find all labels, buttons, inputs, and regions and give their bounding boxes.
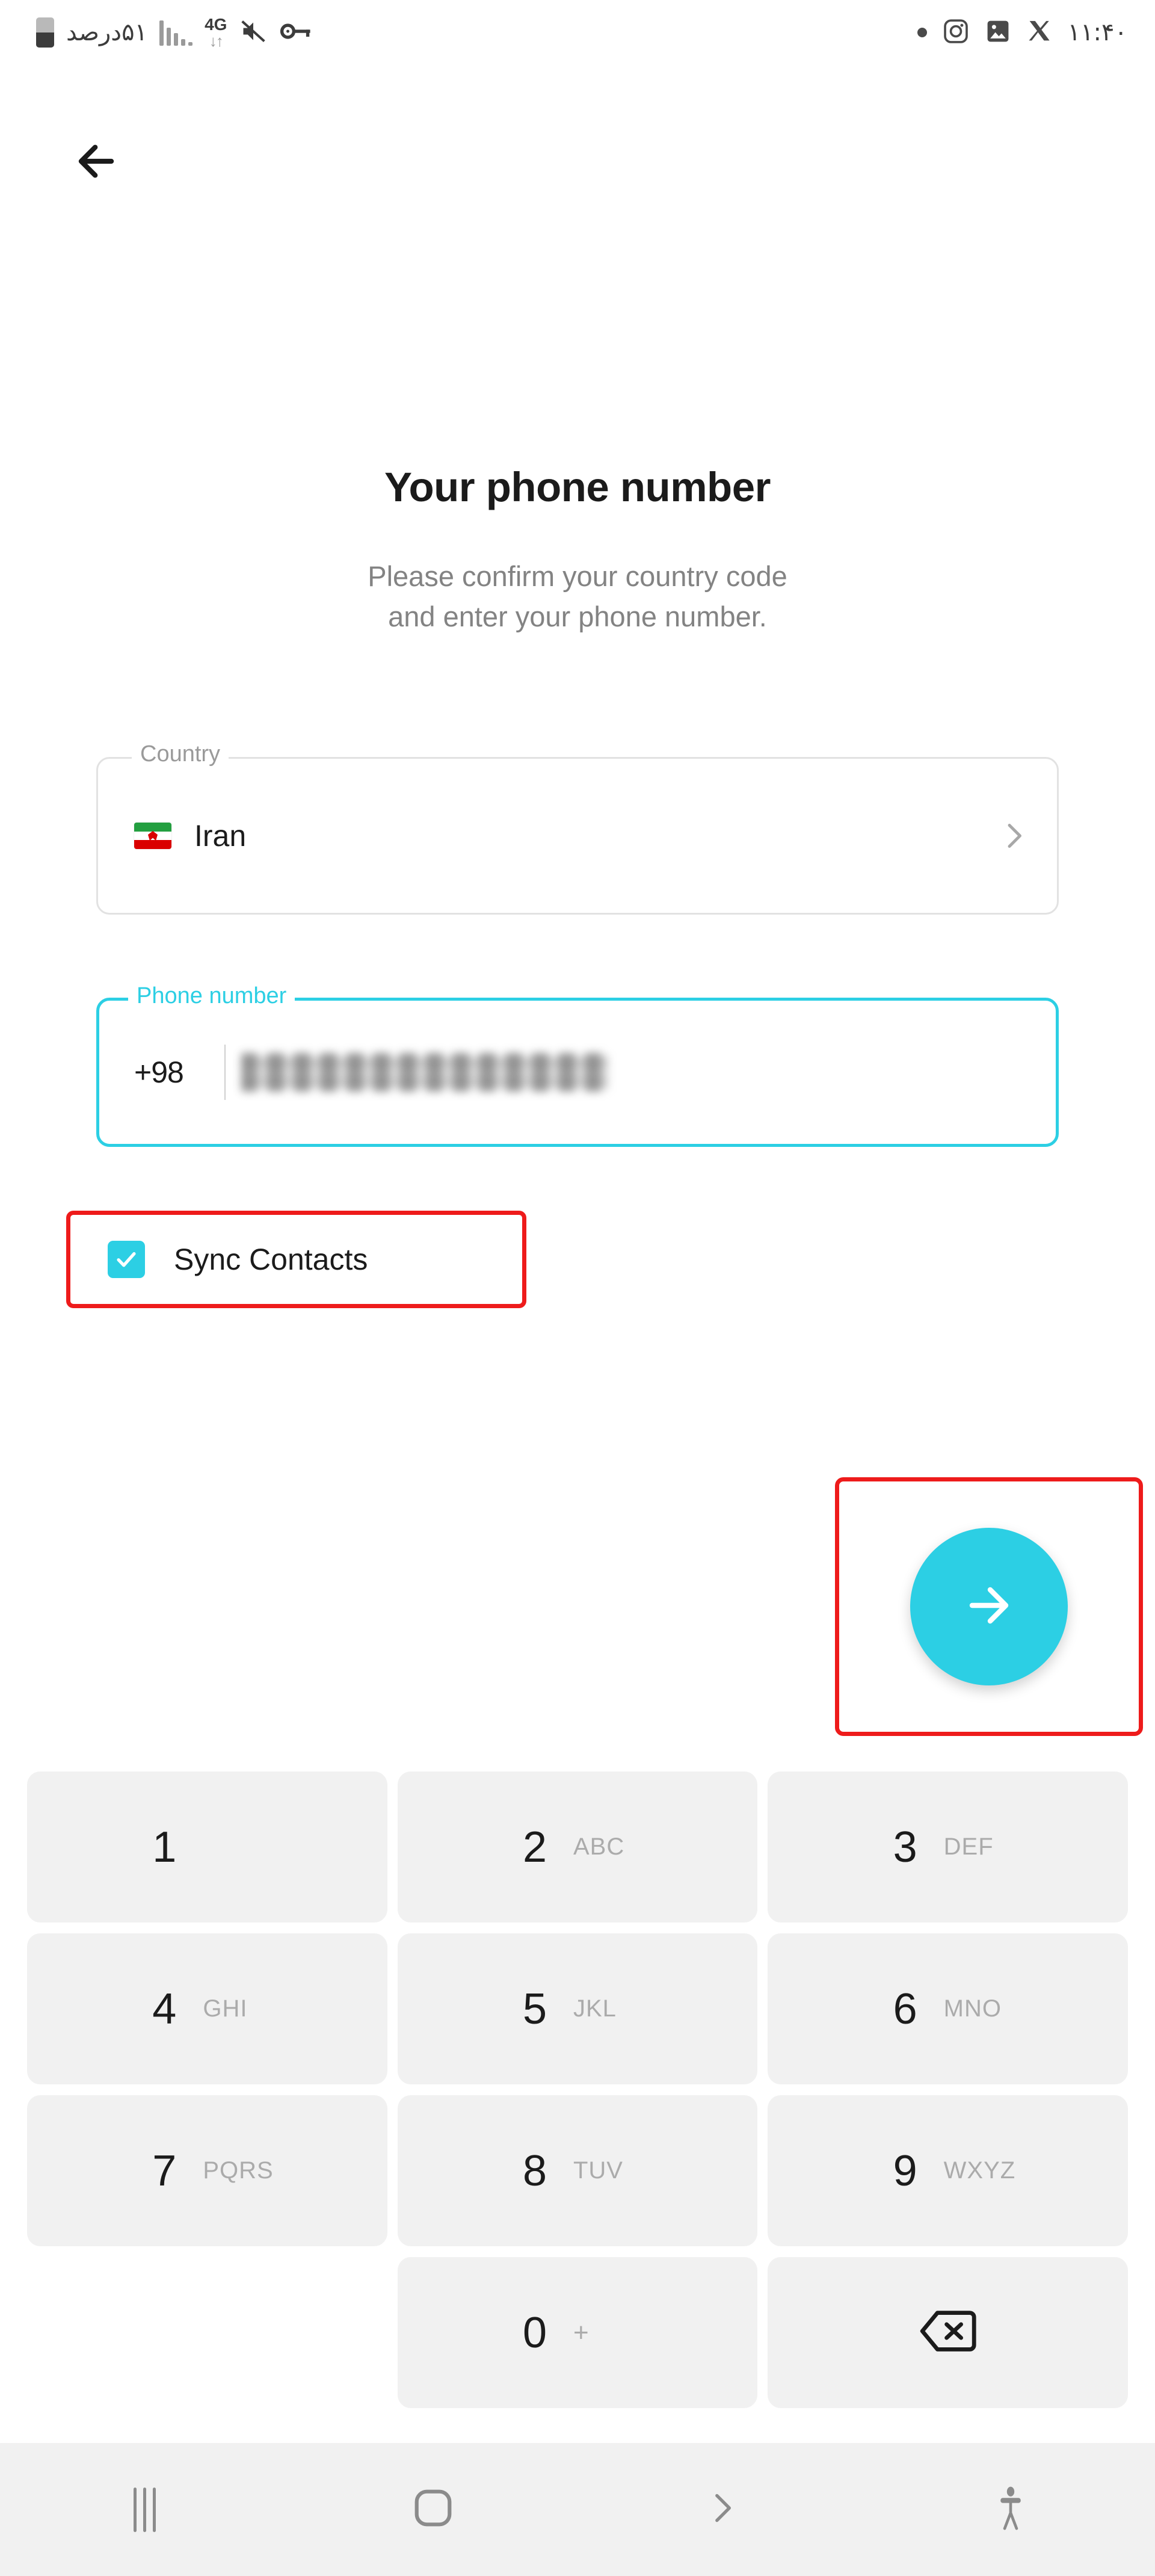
key-digit: 3 — [893, 1823, 917, 1871]
key-3[interactable]: 3 DEF — [768, 1771, 1128, 1923]
key-0[interactable]: 0 + — [397, 2257, 758, 2408]
key-backspace[interactable] — [768, 2257, 1128, 2408]
back-button[interactable] — [60, 126, 132, 199]
clock-label: ۱۱:۴۰ — [1067, 19, 1127, 46]
chevron-right-icon — [997, 819, 1030, 853]
status-bar: ۵۱درصد 4G ↓↑ ۱۱:۴۰ — [0, 0, 1155, 65]
key-letters: GHI — [203, 1995, 248, 2022]
status-bar-right: ۱۱:۴۰ — [917, 18, 1127, 48]
notification-dot-icon — [917, 28, 927, 37]
iran-flag-icon — [134, 823, 171, 849]
key-letters: PQRS — [203, 2157, 274, 2184]
country-field-label: Country — [132, 743, 229, 765]
key-digit: 5 — [522, 1985, 547, 2033]
recents-icon — [133, 2487, 156, 2532]
key-letters: TUV — [573, 2157, 623, 2184]
key-letters: WXYZ — [943, 2157, 1016, 2184]
backspace-icon — [919, 2309, 977, 2356]
key-2[interactable]: 2 ABC — [397, 1771, 758, 1923]
page-title: Your phone number — [384, 464, 771, 510]
key-letters: DEF — [943, 1833, 994, 1860]
network-type-label: 4G — [205, 15, 227, 34]
next-button-highlight-box — [835, 1477, 1143, 1736]
sync-contacts-label: Sync Contacts — [174, 1243, 368, 1276]
field-divider — [224, 1045, 226, 1100]
key-9[interactable]: 9 WXYZ — [768, 2095, 1128, 2246]
instagram-icon — [943, 18, 969, 48]
chevron-right-icon — [702, 2488, 742, 2531]
status-bar-left: ۵۱درصد 4G ↓↑ — [36, 16, 312, 49]
numeric-keypad: 1 2 ABC 3 DEF 4 GHI 5 JKL 6 MNO 7 PQRS 8 — [27, 1771, 1128, 2408]
mute-icon — [239, 18, 268, 48]
key-7[interactable]: 7 PQRS — [27, 2095, 387, 2246]
key-digit: 9 — [893, 2146, 917, 2195]
home-icon — [410, 2485, 457, 2534]
accessibility-icon — [992, 2485, 1029, 2534]
system-navigation-bar — [0, 2443, 1155, 2576]
key-digit: 8 — [522, 2146, 547, 2195]
x-twitter-icon — [1027, 19, 1052, 47]
key-digit: 6 — [893, 1985, 917, 2033]
battery-icon — [36, 17, 54, 48]
country-value: Iran — [194, 819, 247, 853]
key-digit: 4 — [152, 1985, 177, 2033]
arrow-right-icon — [960, 1577, 1018, 1637]
key-5[interactable]: 5 JKL — [397, 1933, 758, 2084]
page-subtitle-line1: Please confirm your country code — [368, 560, 787, 592]
phone-number-field[interactable]: Phone number +98 — [96, 984, 1059, 1147]
app-bar — [0, 120, 1155, 217]
page-subtitle-line2: and enter your phone number. — [388, 600, 767, 632]
key-digit: 0 — [522, 2308, 547, 2357]
sync-contacts-checkbox[interactable] — [108, 1241, 145, 1278]
country-selector[interactable]: Country Iran — [96, 743, 1059, 915]
recents-button[interactable] — [0, 2443, 289, 2576]
page-subtitle: Please confirm your country code and ent… — [0, 557, 1155, 637]
key-digit: 7 — [152, 2146, 177, 2195]
gallery-icon — [985, 18, 1011, 48]
key-6[interactable]: 6 MNO — [768, 1933, 1128, 2084]
key-digit: 1 — [152, 1823, 177, 1871]
country-code-prefix: +98 — [134, 1055, 184, 1089]
key-letters: ABC — [573, 1833, 625, 1860]
key-blank — [27, 2257, 387, 2408]
key-letters: MNO — [943, 1995, 1002, 2022]
accessibility-button[interactable] — [866, 2443, 1155, 2576]
key-1[interactable]: 1 — [27, 1771, 387, 1923]
next-button[interactable] — [910, 1528, 1068, 1685]
battery-percent-label: ۵۱درصد — [66, 19, 148, 46]
key-4[interactable]: 4 GHI — [27, 1933, 387, 2084]
home-button[interactable] — [289, 2443, 578, 2576]
key-digit: 2 — [522, 1823, 547, 1871]
phone-screen: ۵۱درصد 4G ↓↑ ۱۱:۴۰ Your phone number Ple… — [0, 0, 1155, 2576]
arrow-left-icon — [70, 135, 122, 190]
sync-contacts-row[interactable]: Sync Contacts — [66, 1211, 526, 1308]
phone-number-input-redacted[interactable] — [241, 1052, 608, 1092]
key-8[interactable]: 8 TUV — [397, 2095, 758, 2246]
key-letters: JKL — [573, 1995, 617, 2022]
vpn-key-icon — [280, 19, 312, 46]
nav-back-button[interactable] — [578, 2443, 866, 2576]
4g-data-icon: 4G ↓↑ — [205, 15, 227, 50]
signal-bars-icon — [159, 19, 193, 46]
phone-field-label: Phone number — [128, 984, 295, 1007]
key-letters: + — [573, 2317, 590, 2347]
